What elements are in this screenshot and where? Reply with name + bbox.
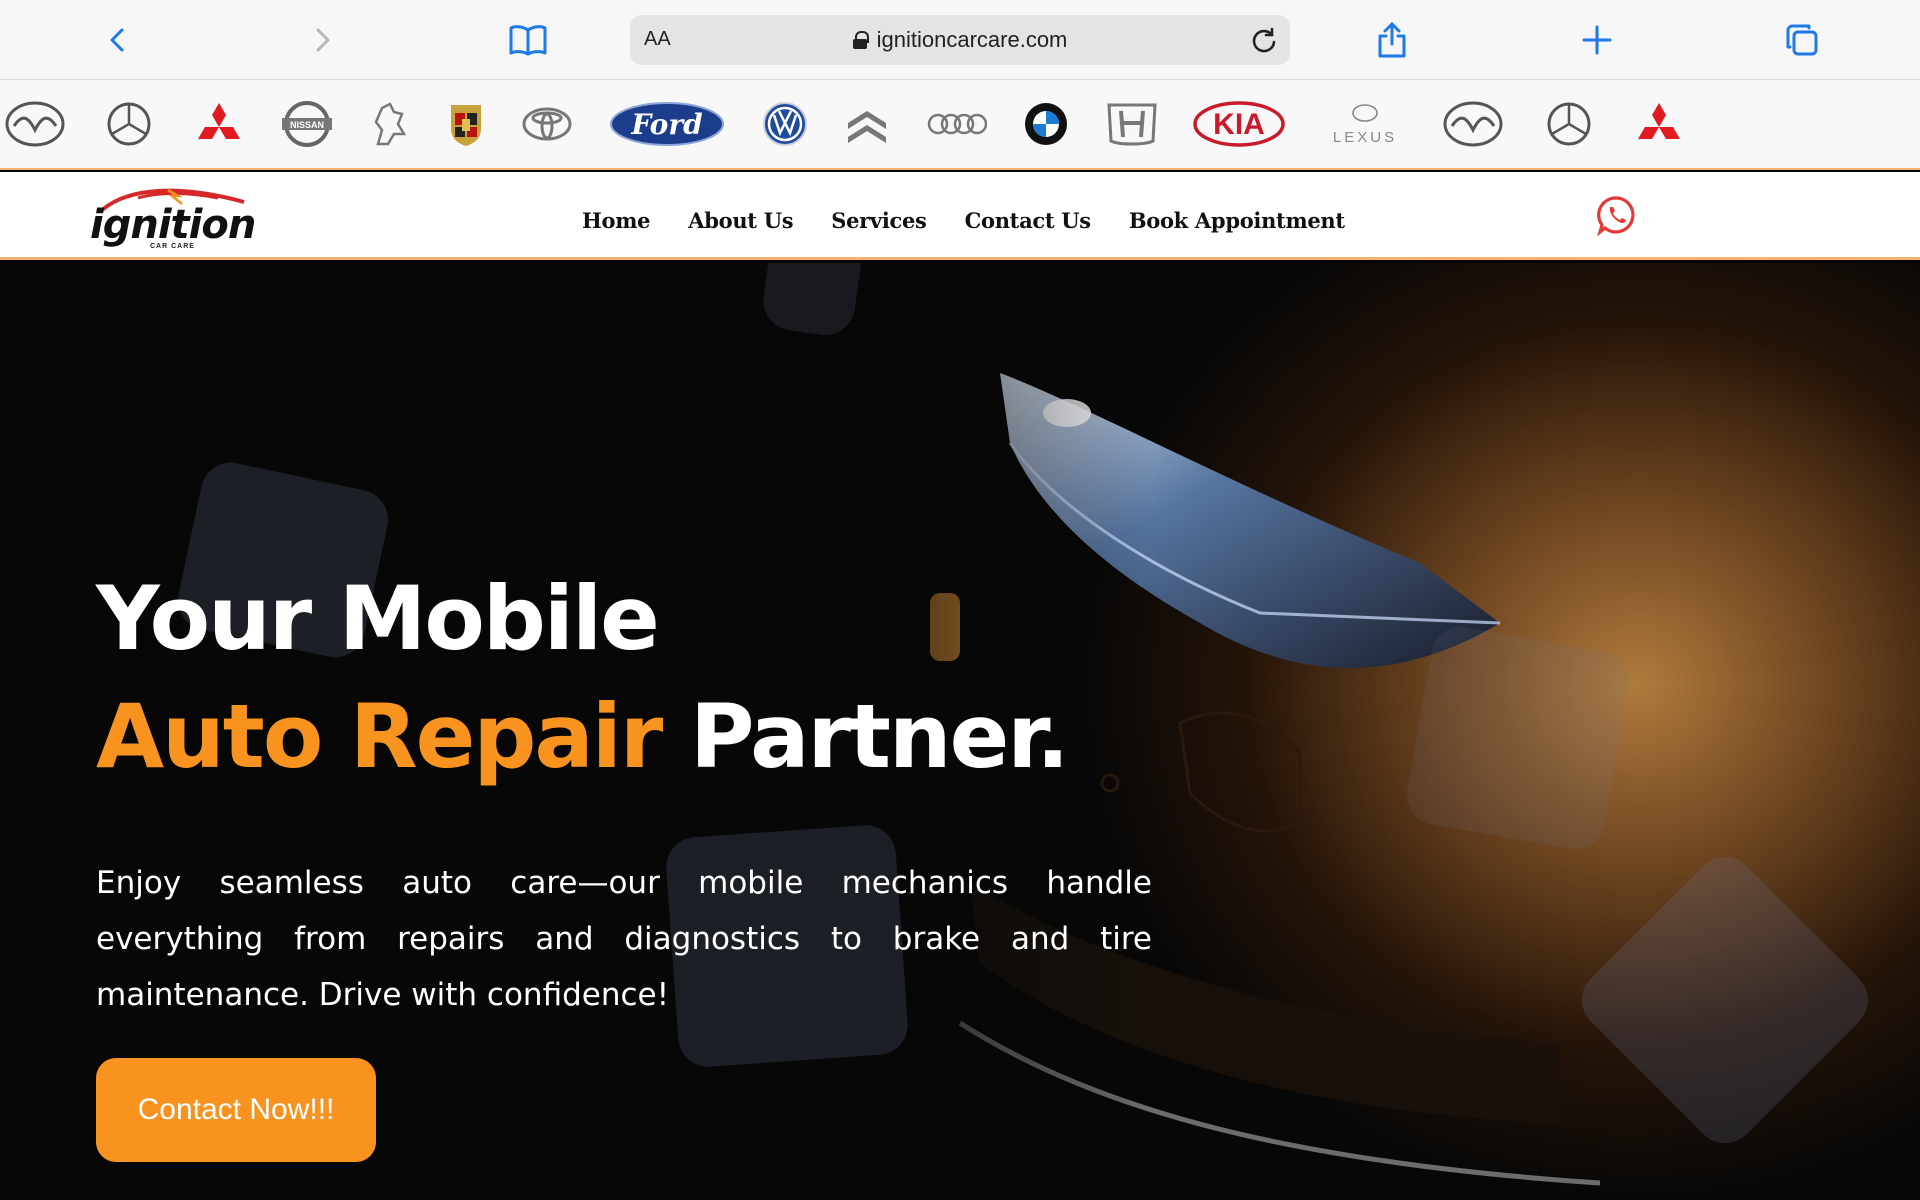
nav-home[interactable]: Home <box>582 208 651 233</box>
ford-logo: Ford <box>608 98 726 150</box>
logo-wordmark: ignition <box>90 202 256 248</box>
svg-text:Ford: Ford <box>630 108 702 141</box>
main-nav: Home About Us Services Contact Us Book A… <box>582 208 1345 233</box>
decorative-shape <box>1402 622 1634 854</box>
hero-title-accent: Auto Repair <box>96 685 663 788</box>
back-button[interactable] <box>92 14 144 66</box>
hero-title-line2: Auto Repair Partner. <box>96 693 1070 781</box>
porsche-logo <box>448 98 484 150</box>
mazda-logo <box>1440 98 1506 150</box>
share-icon <box>1378 22 1406 58</box>
volkswagen-logo <box>760 98 810 150</box>
share-button[interactable] <box>1366 14 1418 66</box>
site-navbar: ignition CAR CARE Home About Us Services… <box>0 172 1920 260</box>
whatsapp-icon <box>1597 196 1635 237</box>
nav-contact-us[interactable]: Contact Us <box>965 208 1092 233</box>
nav-about-us[interactable]: About Us <box>688 208 793 233</box>
honda-logo <box>1104 98 1160 150</box>
url-text: ignitioncarcare.com <box>876 27 1068 52</box>
hero-section: Your Mobile Auto Repair Partner. Enjoy s… <box>0 263 1920 1200</box>
reload-button[interactable] <box>1248 24 1280 56</box>
toyota-logo <box>520 98 574 150</box>
ignition-logo[interactable]: ignition CAR CARE <box>88 180 256 252</box>
browser-toolbar: AA ignitioncarcare.com <box>0 0 1920 80</box>
tabs-button[interactable] <box>1776 14 1828 66</box>
new-tab-icon <box>1582 25 1612 55</box>
mitsubishi-logo <box>1632 98 1686 150</box>
reader-icon <box>509 25 547 56</box>
svg-text:KIA: KIA <box>1213 108 1265 141</box>
svg-text:LEXUS: LEXUS <box>1333 129 1397 146</box>
brand-logo-strip: NISSAN Ford KIA LEXUS <box>0 80 1920 170</box>
mazda-logo <box>2 98 68 150</box>
audi-logo <box>926 98 988 150</box>
mercedes-logo <box>1544 98 1594 150</box>
new-tab-button[interactable] <box>1571 14 1623 66</box>
svg-text:NISSAN: NISSAN <box>290 120 324 130</box>
mercedes-logo <box>104 98 154 150</box>
bmw-logo <box>1022 98 1070 150</box>
mitsubishi-logo <box>192 98 246 150</box>
forward-icon <box>316 28 330 52</box>
nav-book-appointment[interactable]: Book Appointment <box>1129 208 1345 233</box>
hero-title-line1: Your Mobile <box>96 567 660 670</box>
contact-now-button[interactable]: Contact Now!!! <box>96 1058 376 1162</box>
citroen-logo <box>842 98 892 150</box>
back-icon <box>110 28 124 52</box>
hero-title-rest: Partner. <box>689 685 1070 788</box>
lock-icon <box>852 31 869 49</box>
kia-logo: KIA <box>1192 98 1286 150</box>
lexus-logo: LEXUS <box>1322 98 1408 150</box>
address-bar[interactable]: AA ignitioncarcare.com <box>630 15 1290 65</box>
reader-button[interactable] <box>502 14 554 66</box>
forward-button[interactable] <box>296 14 348 66</box>
hero-description: Enjoy seamless auto care—our mobile mech… <box>96 865 1152 1013</box>
peugeot-logo <box>366 98 412 150</box>
whatsapp-button[interactable] <box>1596 194 1638 237</box>
nissan-logo: NISSAN <box>278 98 336 150</box>
nav-services[interactable]: Services <box>831 208 927 233</box>
logo-tagline: CAR CARE <box>150 243 195 250</box>
tabs-icon <box>1786 24 1818 56</box>
reload-icon <box>1252 27 1276 53</box>
